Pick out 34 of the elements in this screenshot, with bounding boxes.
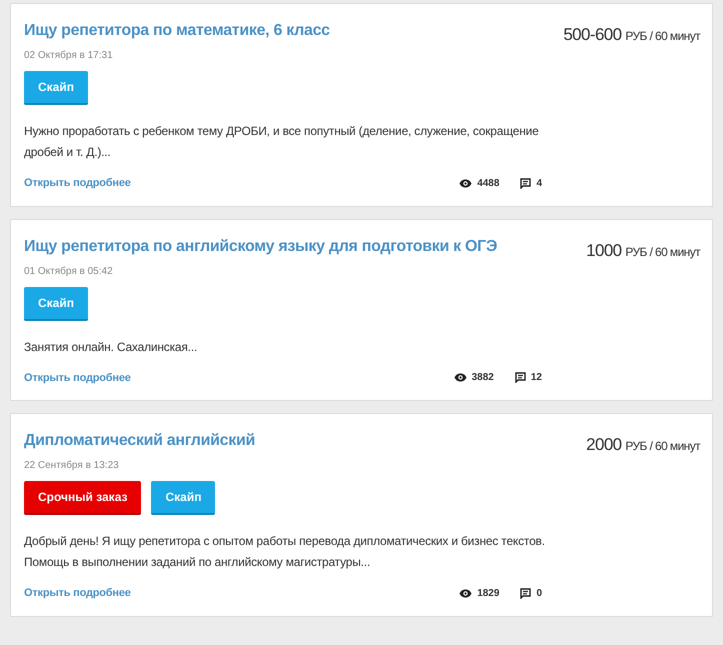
details-link[interactable]: Открыть подробнее bbox=[24, 175, 131, 192]
view-count: 3882 bbox=[472, 371, 494, 386]
order-title[interactable]: Ищу репетитора по математике, 6 класс bbox=[24, 20, 330, 42]
skype-badge: Скайп bbox=[24, 71, 88, 105]
comment-count: 12 bbox=[530, 371, 542, 386]
order-title[interactable]: Дипломатический английский bbox=[24, 430, 256, 452]
comment-count: 0 bbox=[536, 586, 542, 601]
eye-icon bbox=[459, 178, 472, 188]
price-amount: 2000 bbox=[586, 435, 622, 454]
comment-count: 4 bbox=[536, 176, 542, 191]
price-unit: РУБ / 60 минут bbox=[625, 439, 700, 453]
order-title[interactable]: Ищу репетитора по английскому языку для подготовки к ОГЭ bbox=[24, 236, 498, 258]
comment-icon bbox=[520, 178, 532, 189]
view-count: 1829 bbox=[477, 586, 500, 601]
view-count: 4488 bbox=[477, 176, 500, 191]
details-link[interactable]: Открыть подробнее bbox=[24, 370, 131, 386]
details-link[interactable]: Открыть подробнее bbox=[24, 585, 131, 602]
eye-icon bbox=[454, 373, 467, 382]
price-amount: 1000 bbox=[586, 240, 622, 260]
price-amount: 500-600 bbox=[563, 25, 622, 44]
price-unit: РУБ / 60 минут bbox=[625, 29, 700, 43]
comment-icon bbox=[514, 372, 526, 384]
skype-badge: Скайп bbox=[151, 481, 216, 515]
skype-badge: Скайп bbox=[24, 286, 88, 320]
eye-icon bbox=[459, 588, 472, 598]
order-description: Добрый день! Я ищу репетитора с опытом работы перевода дипломатических и бизнес текстов. Помощь в выполнении заданий по английскому магистратуры... bbox=[24, 533, 546, 571]
price-unit: РУБ / 60 минут bbox=[625, 244, 700, 258]
order-date: 01 Октября в 05:42 bbox=[24, 264, 113, 278]
order-date: 02 Октября в 17:31 bbox=[24, 49, 113, 63]
urgent-badge: Срочный заказ bbox=[24, 481, 142, 515]
order-description: Занятия онлайн. Сахалинская... bbox=[24, 338, 198, 356]
order-date: 22 Сентября в 13:23 bbox=[24, 459, 119, 473]
order-description: Нужно проработать с ребенком тему ДРОБИ, и все попутный (деление, служение, сокращение дробей и т. Д.)... bbox=[24, 123, 540, 161]
comment-icon bbox=[520, 588, 532, 599]
